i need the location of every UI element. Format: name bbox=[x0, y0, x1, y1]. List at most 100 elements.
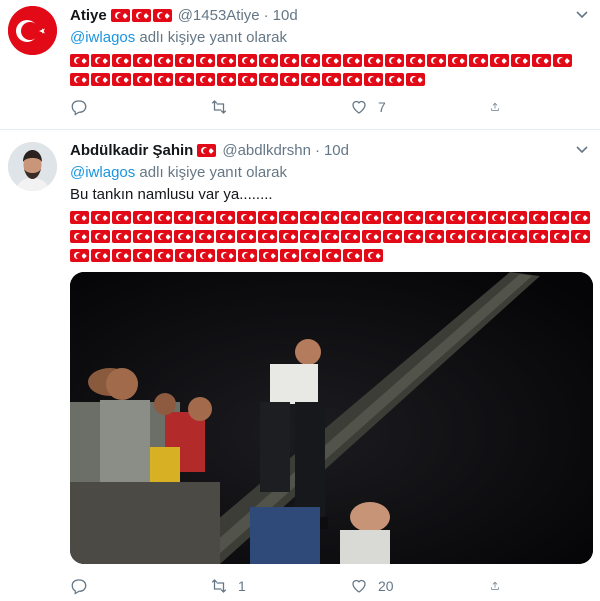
avatar[interactable] bbox=[8, 6, 57, 55]
tweet[interactable]: Abdülkadir Şahin @abdlkdrshn · 10d @iwla… bbox=[0, 130, 600, 601]
like-button[interactable]: 7 bbox=[350, 98, 490, 116]
turkish-flag-emoji-icon bbox=[112, 249, 131, 262]
turkish-flag-emoji-icon bbox=[550, 211, 569, 224]
tweet-actions: 1 20 bbox=[70, 577, 510, 595]
author-name[interactable]: Atiye bbox=[70, 7, 107, 24]
turkish-flag-emoji-icon bbox=[175, 54, 194, 67]
turkish-flag-emoji-icon bbox=[301, 73, 320, 86]
turkish-flag-emoji-icon bbox=[364, 73, 383, 86]
turkish-flag-emoji-icon bbox=[341, 211, 361, 224]
turkish-flag-emoji-icon bbox=[154, 249, 173, 262]
turkish-flag-emoji-icon bbox=[217, 73, 236, 86]
like-button[interactable]: 20 bbox=[350, 577, 490, 595]
turkish-flag-emoji-icon bbox=[257, 230, 277, 243]
flag-row bbox=[70, 208, 592, 227]
turkish-flag-emoji-icon bbox=[237, 211, 256, 224]
turkish-flag-emoji-icon bbox=[153, 230, 173, 243]
turkish-flag-emoji-icon bbox=[362, 211, 382, 224]
turkish-flag-emoji-icon bbox=[322, 73, 341, 86]
separator-dot: · bbox=[314, 141, 320, 159]
turkish-flag-emoji-icon bbox=[299, 230, 319, 243]
separator-dot: · bbox=[263, 6, 269, 24]
turkish-flag-emoji-icon bbox=[195, 230, 215, 243]
profile-photo-icon bbox=[8, 142, 57, 191]
turkish-flag-emoji-icon bbox=[110, 9, 130, 23]
tweet-actions: 7 bbox=[70, 98, 510, 116]
turkish-flag-emoji-icon bbox=[216, 230, 235, 243]
turkish-flag-emoji-icon bbox=[529, 230, 549, 243]
turkish-flag-emoji-icon bbox=[343, 73, 362, 86]
author-name[interactable]: Abdülkadir Şahin bbox=[70, 142, 193, 159]
retweet-icon bbox=[211, 579, 227, 593]
turkish-flag-emoji-icon bbox=[280, 54, 299, 67]
turkish-flag-emoji-icon bbox=[383, 211, 402, 224]
turkish-flag-emoji-icon bbox=[197, 144, 217, 158]
turkish-flag-emoji-icon bbox=[343, 249, 362, 262]
turkish-flag-emoji-icon bbox=[196, 249, 215, 262]
tweet-text: Bu tankın namlusu var ya........ bbox=[70, 186, 273, 203]
turkish-flag-emoji-icon bbox=[571, 230, 590, 243]
share-button[interactable] bbox=[490, 577, 510, 595]
author-handle[interactable]: @abdlkdrshn bbox=[222, 142, 311, 159]
turkish-flag-emoji-icon bbox=[445, 230, 465, 243]
turkish-flag-emoji-icon bbox=[175, 249, 194, 262]
turkish-flag-emoji-icon bbox=[322, 54, 341, 67]
name-flags bbox=[197, 142, 218, 159]
turkish-flag-emoji-icon bbox=[154, 54, 173, 67]
turkish-flag-emoji-icon bbox=[174, 211, 194, 224]
turkish-flag-emoji-icon bbox=[383, 230, 402, 243]
turkish-flag-emoji-icon bbox=[195, 211, 215, 224]
mention-link[interactable]: @iwlagos bbox=[70, 164, 135, 181]
turkish-flag-emoji-icon bbox=[259, 73, 278, 86]
avatar[interactable] bbox=[8, 142, 57, 191]
turkish-flag-emoji-icon bbox=[111, 211, 131, 224]
tweet-flag-block bbox=[70, 208, 592, 265]
turkish-flag-emoji-icon bbox=[174, 230, 194, 243]
turkish-flag-avatar-icon bbox=[8, 6, 57, 55]
retweet-icon bbox=[211, 100, 227, 114]
author-handle[interactable]: @1453Atiye bbox=[178, 7, 260, 24]
turkish-flag-emoji-icon bbox=[448, 54, 467, 67]
turkish-flag-emoji-icon bbox=[424, 211, 444, 224]
mention-link[interactable]: @iwlagos bbox=[70, 29, 135, 46]
turkish-flag-emoji-icon bbox=[280, 249, 299, 262]
turkish-flag-emoji-icon bbox=[196, 73, 215, 86]
turkish-flag-emoji-icon bbox=[132, 211, 152, 224]
timestamp[interactable]: 10d bbox=[324, 142, 349, 159]
turkish-flag-emoji-icon bbox=[196, 54, 215, 67]
retweet-button[interactable]: 1 bbox=[210, 577, 350, 595]
turkish-flag-emoji-icon bbox=[343, 54, 362, 67]
turkish-flag-emoji-icon bbox=[299, 211, 319, 224]
reply-button[interactable] bbox=[70, 577, 210, 595]
timestamp[interactable]: 10d bbox=[273, 7, 298, 24]
reply-context: @iwlagos adlı kişiye yanıt olarak bbox=[70, 29, 592, 49]
turkish-flag-emoji-icon bbox=[217, 54, 236, 67]
tweet[interactable]: Atiye @1453Atiye · 10d @iwlagos adlı kiş… bbox=[0, 0, 600, 130]
name-flags bbox=[110, 7, 174, 24]
turkish-flag-emoji-icon bbox=[238, 54, 257, 67]
chevron-down-icon[interactable] bbox=[574, 144, 590, 156]
share-button[interactable] bbox=[490, 98, 510, 116]
chevron-down-icon[interactable] bbox=[574, 9, 590, 21]
turkish-flag-emoji-icon bbox=[132, 230, 152, 243]
turkish-flag-emoji-icon bbox=[152, 9, 172, 23]
reply-button[interactable] bbox=[70, 98, 210, 116]
turkish-flag-emoji-icon bbox=[406, 54, 425, 67]
turkish-flag-emoji-icon bbox=[385, 73, 404, 86]
turkish-flag-emoji-icon bbox=[571, 211, 590, 224]
turkish-flag-emoji-icon bbox=[112, 54, 131, 67]
turkish-flag-emoji-icon bbox=[553, 54, 572, 67]
share-icon bbox=[491, 581, 499, 590]
tweet-photo[interactable] bbox=[70, 272, 593, 564]
turkish-flag-emoji-icon bbox=[424, 230, 444, 243]
turkish-flag-emoji-icon bbox=[278, 211, 298, 224]
turkish-flag-emoji-icon bbox=[238, 73, 257, 86]
retweet-button[interactable] bbox=[210, 98, 350, 116]
reply-suffix: adlı kişiye yanıt olarak bbox=[135, 29, 288, 46]
turkish-flag-emoji-icon bbox=[404, 230, 423, 243]
turkish-flag-emoji-icon bbox=[259, 249, 278, 262]
tweet-header: Abdülkadir Şahin @abdlkdrshn · 10d bbox=[70, 140, 592, 160]
turkish-flag-emoji-icon bbox=[91, 73, 110, 86]
turkish-flag-emoji-icon bbox=[469, 54, 488, 67]
turkish-flag-emoji-icon bbox=[487, 230, 507, 243]
